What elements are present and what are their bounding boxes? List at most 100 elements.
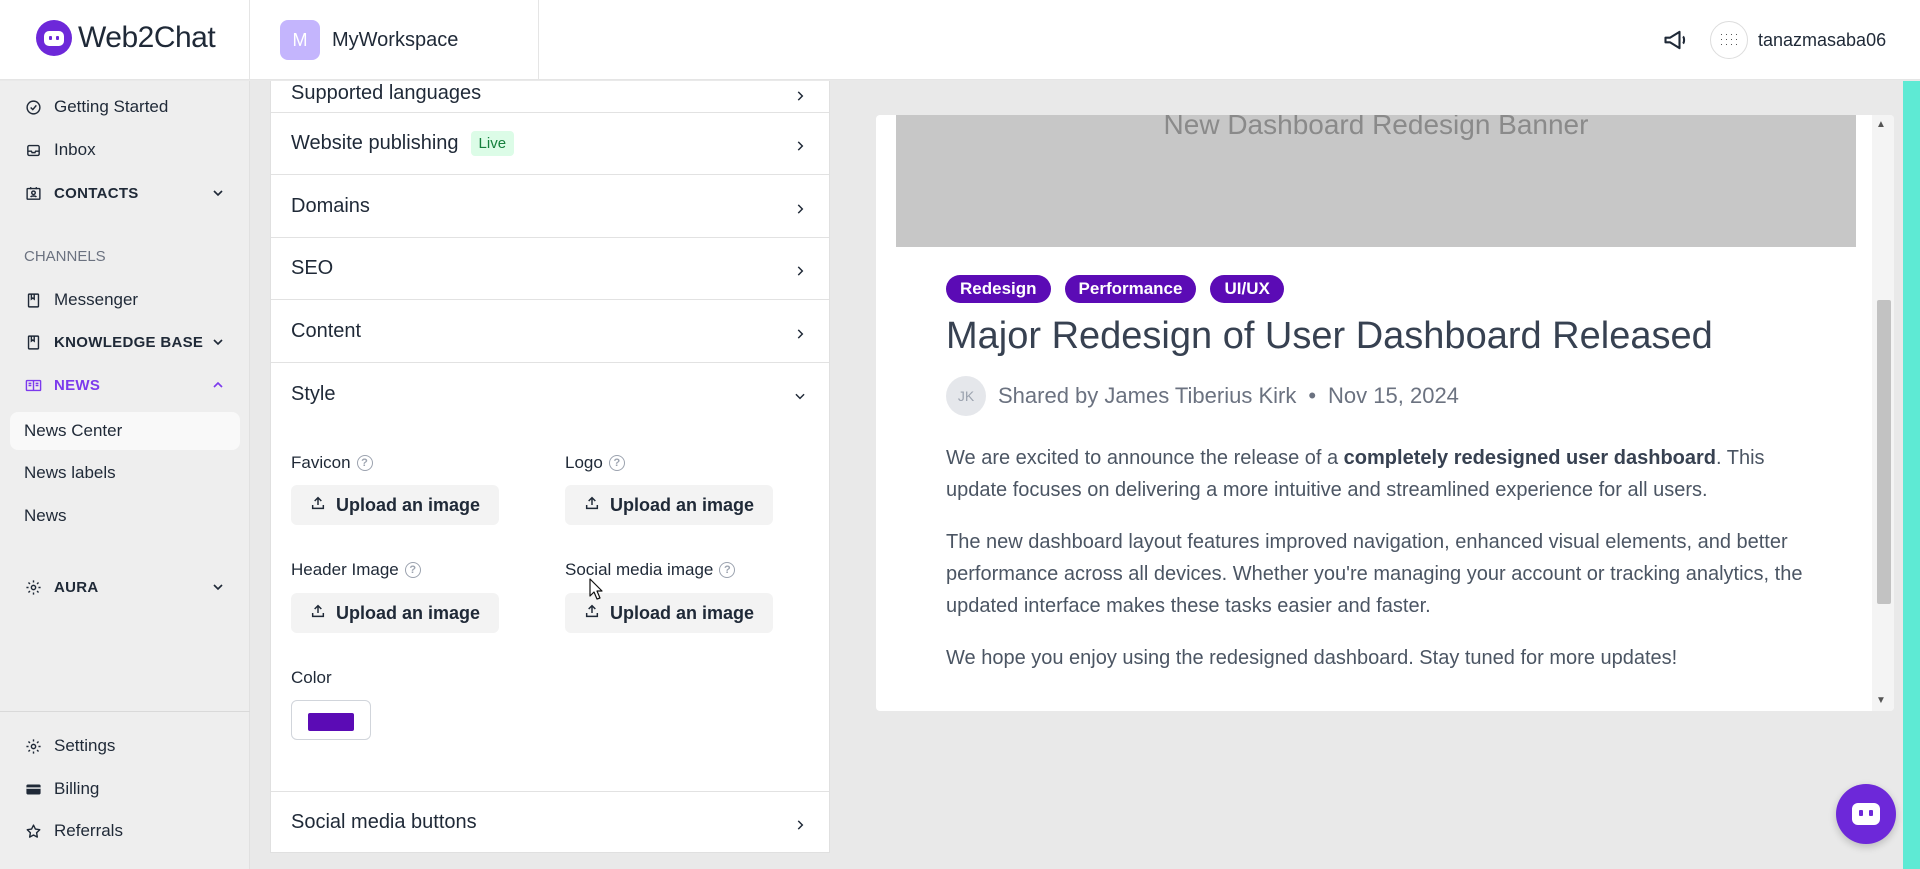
row-website-publishing[interactable]: Website publishing Live bbox=[271, 113, 829, 175]
row-content[interactable]: Content bbox=[271, 301, 829, 363]
inbox-icon bbox=[24, 141, 42, 159]
scroll-up-icon[interactable]: ▲ bbox=[1876, 119, 1886, 130]
chevron-down-icon bbox=[210, 185, 226, 201]
bold-text: completely redesigned user dashboard bbox=[1343, 447, 1717, 469]
author-text: Shared by James Tiberius Kirk bbox=[998, 383, 1297, 408]
brand-logo[interactable]: Web2Chat bbox=[36, 20, 216, 56]
tag-badge[interactable]: UI/UX bbox=[1210, 275, 1284, 303]
news-preview: New Dashboard Redesign Banner Redesign Pe… bbox=[876, 115, 1894, 711]
chevron-down-icon bbox=[210, 579, 226, 595]
bot-icon bbox=[1852, 803, 1880, 825]
scrollbar-thumb[interactable] bbox=[1877, 300, 1891, 604]
label-text: Header Image bbox=[291, 560, 399, 579]
contacts-icon bbox=[24, 184, 42, 202]
sidebar-item-aura[interactable]: AURA bbox=[0, 567, 250, 607]
button-label: Upload an image bbox=[609, 494, 755, 515]
sidebar-item-news-labels[interactable]: News labels bbox=[10, 454, 240, 492]
avatar bbox=[1710, 21, 1748, 59]
color-picker[interactable] bbox=[291, 700, 371, 740]
sidebar-item-news[interactable]: NEWS bbox=[0, 365, 250, 405]
sidebar-item-label: Messenger bbox=[54, 290, 139, 309]
check-circle-icon bbox=[24, 98, 42, 116]
sidebar-item-label: KNOWLEDGE BASE bbox=[54, 333, 204, 351]
sidebar-item-label: Settings bbox=[54, 736, 116, 755]
chevron-right-icon bbox=[793, 199, 807, 214]
row-seo[interactable]: SEO bbox=[271, 238, 829, 300]
tag-badge[interactable]: Redesign bbox=[946, 275, 1051, 303]
sidebar-item-getting-started[interactable]: Getting Started bbox=[0, 87, 250, 127]
sidebar-item-label: Inbox bbox=[54, 140, 96, 159]
user-menu[interactable]: tanazmasaba06 bbox=[1710, 21, 1886, 59]
sidebar-item-referrals[interactable]: Referrals bbox=[0, 811, 250, 851]
sidebar-item-contacts[interactable]: CONTACTS bbox=[0, 173, 250, 213]
row-label: Supported languages bbox=[291, 82, 482, 104]
sidebar-item-messenger[interactable]: Messenger bbox=[0, 280, 250, 320]
chat-launcher-button[interactable] bbox=[1836, 784, 1896, 844]
color-label: Color bbox=[291, 668, 332, 688]
label-text: Color bbox=[291, 668, 332, 687]
bot-logo-icon bbox=[36, 20, 72, 56]
row-social-media-buttons[interactable]: Social media buttons bbox=[271, 791, 829, 852]
upload-favicon-button[interactable]: Upload an image bbox=[291, 485, 499, 525]
divider bbox=[249, 0, 250, 80]
row-label: SEO bbox=[291, 257, 334, 279]
button-label: Upload an image bbox=[609, 602, 755, 623]
button-label: Upload an image bbox=[335, 494, 481, 515]
article-paragraph: We hope you enjoy using the redesigned d… bbox=[946, 647, 1678, 669]
sidebar-item-knowledge-base[interactable]: KNOWLEDGE BASE bbox=[0, 322, 250, 362]
help-icon[interactable]: ? bbox=[356, 455, 373, 471]
mouse-cursor-icon bbox=[589, 578, 603, 600]
color-swatch-fill bbox=[308, 713, 354, 731]
row-label: Website publishing bbox=[291, 132, 459, 154]
article-paragraph: The new dashboard layout features improv… bbox=[946, 531, 1803, 617]
chevron-right-icon bbox=[793, 261, 807, 276]
sidebar-item-label: Billing bbox=[54, 779, 100, 798]
chevron-right-icon bbox=[793, 324, 807, 339]
upload-icon bbox=[584, 495, 600, 516]
divider bbox=[0, 711, 250, 712]
help-icon[interactable]: ? bbox=[608, 455, 625, 471]
workspace-avatar: M bbox=[280, 20, 320, 60]
scroll-down-icon[interactable]: ▼ bbox=[1876, 695, 1886, 706]
sidebar-item-news-sub[interactable]: News bbox=[10, 497, 240, 535]
newspaper-icon bbox=[24, 376, 42, 394]
help-icon[interactable]: ? bbox=[404, 562, 421, 578]
settings-panel: Supported languages Website publishing L… bbox=[270, 81, 830, 853]
sidebar-item-label: NEWS bbox=[54, 376, 101, 394]
row-label: Content bbox=[291, 320, 362, 342]
brand-name: Web2Chat bbox=[78, 21, 216, 54]
article-meta: JK Shared by James Tiberius Kirk • Nov 1… bbox=[946, 376, 1459, 416]
banner-text: New Dashboard Redesign Banner bbox=[1163, 115, 1589, 140]
sidebar-item-label: AURA bbox=[54, 578, 99, 596]
upload-logo-button[interactable]: Upload an image bbox=[565, 485, 773, 525]
text: We are excited to announce the release o… bbox=[946, 447, 1344, 469]
section-label-channels: CHANNELS bbox=[24, 248, 106, 265]
label-text: Logo bbox=[565, 453, 603, 472]
favicon-label: Favicon ? bbox=[291, 453, 373, 473]
upload-header-image-button[interactable]: Upload an image bbox=[291, 593, 499, 633]
row-label: Style bbox=[291, 382, 336, 405]
row-domains[interactable]: Domains bbox=[271, 176, 829, 238]
row-supported-languages[interactable]: Supported languages bbox=[271, 81, 829, 113]
gear-icon bbox=[24, 578, 42, 596]
sidebar-item-settings[interactable]: Settings bbox=[0, 726, 250, 766]
megaphone-icon[interactable] bbox=[1662, 26, 1690, 54]
tag-badge[interactable]: Performance bbox=[1064, 275, 1197, 303]
credit-card-icon bbox=[24, 780, 42, 798]
row-label: Social media buttons bbox=[291, 811, 477, 833]
header-banner-image: New Dashboard Redesign Banner bbox=[896, 115, 1856, 247]
label-text: Social media image bbox=[565, 560, 714, 579]
sidebar-item-inbox[interactable]: Inbox bbox=[0, 130, 250, 170]
sidebar-item-billing[interactable]: Billing bbox=[0, 769, 250, 809]
chevron-right-icon bbox=[793, 136, 807, 151]
upload-icon bbox=[310, 495, 326, 516]
help-icon[interactable]: ? bbox=[719, 562, 736, 578]
sidebar-item-news-center[interactable]: News Center bbox=[10, 412, 240, 450]
row-style[interactable]: Style bbox=[271, 363, 829, 425]
gear-icon bbox=[24, 737, 42, 755]
chevron-right-icon bbox=[793, 86, 807, 101]
separator: • bbox=[1308, 383, 1317, 408]
workspace-switcher[interactable]: M MyWorkspace bbox=[280, 20, 458, 60]
book-icon bbox=[24, 291, 42, 309]
book-icon bbox=[24, 333, 42, 351]
